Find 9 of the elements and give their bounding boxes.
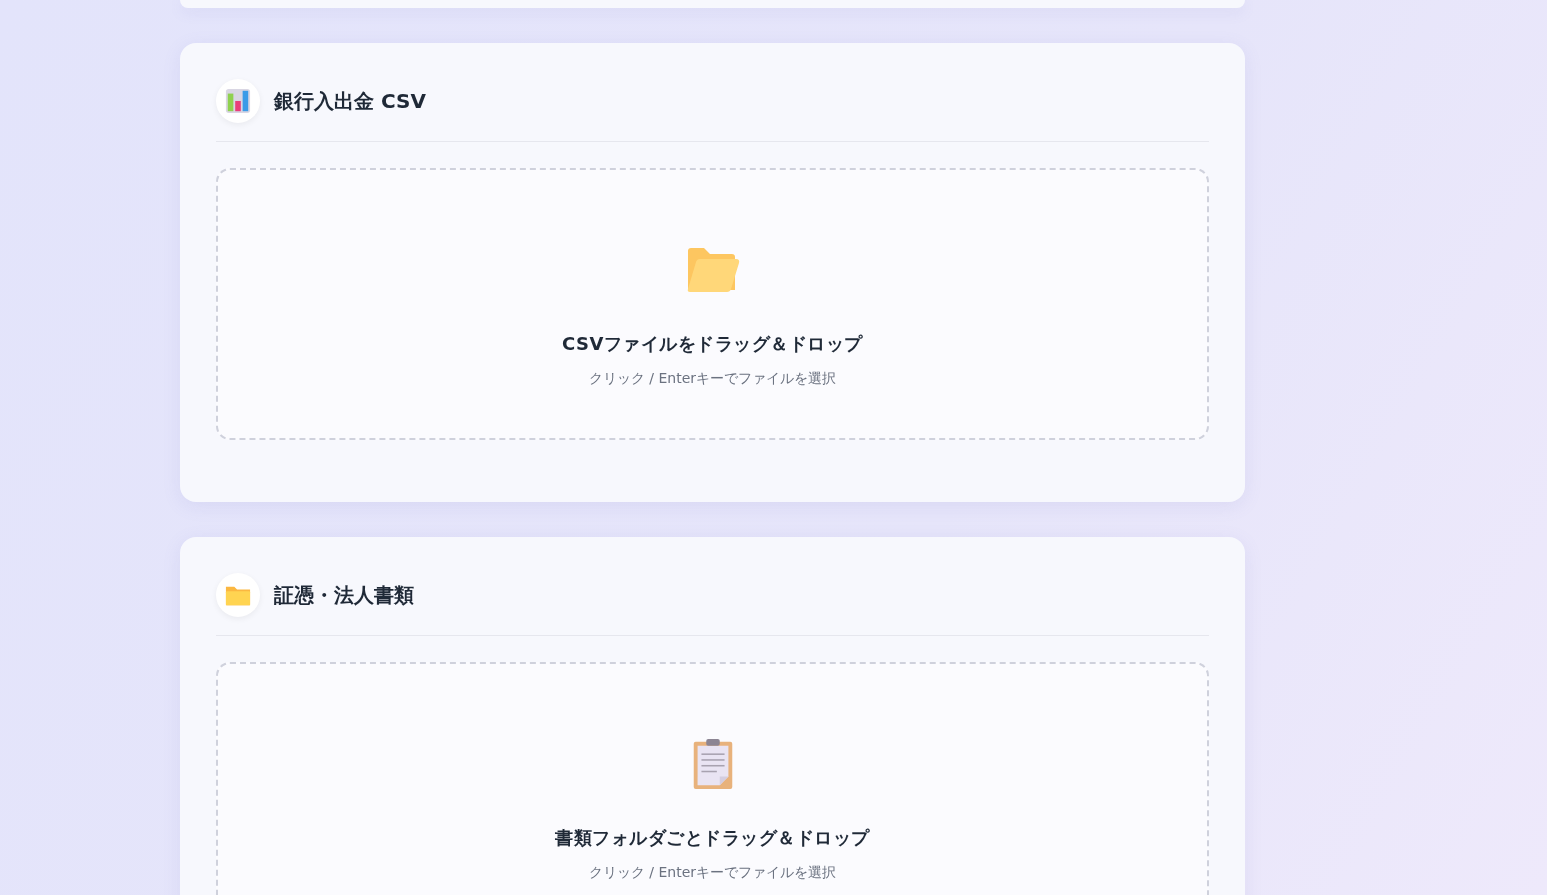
section-title: 銀行入出金 CSV [274,87,426,115]
section-title: 証憑・法人書類 [274,581,414,609]
drop-zone-heading: CSVファイルをドラッグ＆ドロップ [562,332,863,356]
file-drop-zone[interactable]: 書類フォルダごとドラッグ＆ドロップ クリック / Enterキーでファイルを選択 [216,662,1209,895]
drop-zone-hint: クリック / Enterキーでファイルを選択 [588,864,837,882]
file-drop-zone[interactable]: CSVファイルをドラッグ＆ドロップ クリック / Enterキーでファイルを選択 [216,168,1209,440]
drop-zone-hint: クリック / Enterキーでファイルを選択 [588,370,837,388]
bar-chart-icon [225,88,251,114]
drop-zone-heading: 書類フォルダごとドラッグ＆ドロップ [555,826,870,850]
